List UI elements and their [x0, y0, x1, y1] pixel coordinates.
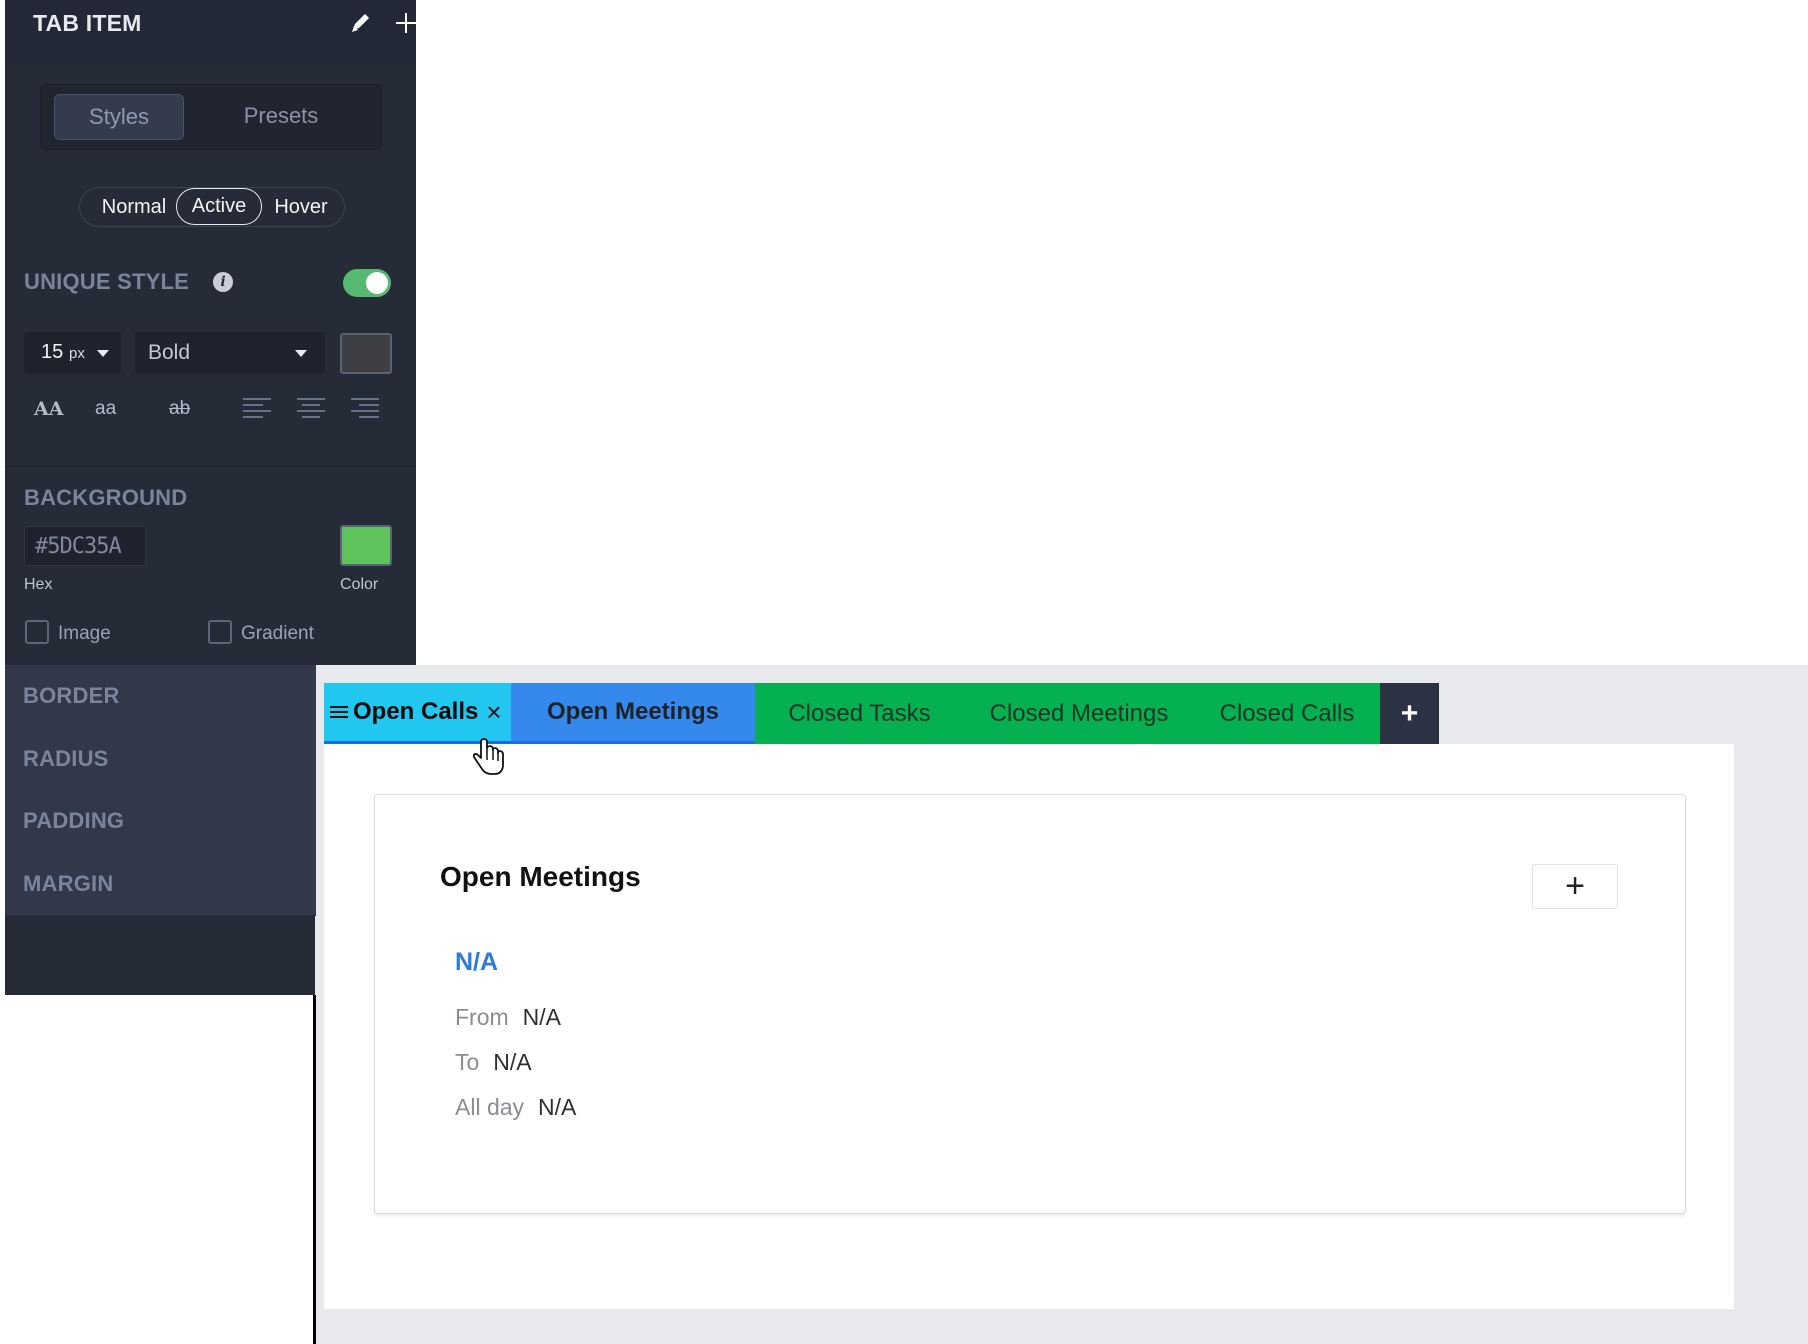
divider	[5, 915, 316, 916]
state-switch: Normal Active Hover	[79, 187, 345, 227]
meeting-link[interactable]: N/A	[455, 948, 498, 977]
background-label: BACKGROUND	[24, 485, 188, 510]
mode-switch: Styles Presets	[40, 84, 382, 150]
field-label: To	[455, 1049, 480, 1075]
image-label: Image	[58, 623, 111, 644]
info-icon[interactable]: i	[213, 272, 233, 292]
field-row-all-day: All day N/A	[455, 1094, 576, 1121]
state-hover[interactable]: Hover	[262, 188, 340, 226]
align-right-icon[interactable]	[351, 398, 379, 422]
plus-icon[interactable]	[393, 10, 419, 36]
tab-open-calls[interactable]: Open Calls ×	[324, 683, 511, 744]
panel-header: TAB ITEM	[5, 0, 416, 63]
gradient-label: Gradient	[241, 623, 314, 644]
state-active[interactable]: Active	[176, 188, 262, 225]
tab-label: Closed Meetings	[989, 699, 1169, 727]
tab-label: Closed Calls	[1219, 699, 1355, 727]
font-color-swatch[interactable]	[340, 333, 392, 374]
field-value: N/A	[538, 1094, 577, 1120]
font-size-select[interactable]: 15 px	[24, 332, 121, 374]
toggle-knob	[366, 272, 388, 294]
card-title: Open Meetings	[440, 861, 641, 892]
image-checkbox[interactable]	[25, 620, 49, 644]
gradient-checkbox[interactable]	[208, 620, 232, 644]
margin-section[interactable]: MARGIN	[23, 871, 113, 897]
padding-section[interactable]: PADDING	[23, 808, 124, 834]
state-normal[interactable]: Normal	[88, 188, 180, 226]
styles-tab[interactable]: Styles	[54, 94, 184, 140]
font-weight-select[interactable]: Bold	[135, 332, 325, 374]
field-row-from: From N/A	[455, 1004, 561, 1031]
field-label: From	[455, 1004, 509, 1030]
tab-closed-calls[interactable]: Closed Calls	[1194, 683, 1380, 744]
align-left-icon[interactable]	[243, 398, 271, 422]
lowercase-button[interactable]: aa	[95, 398, 116, 420]
font-weight-value: Bold	[148, 341, 191, 364]
font-size-unit: px	[69, 345, 85, 362]
tab-label: Closed Tasks	[788, 699, 931, 727]
divider	[5, 466, 416, 467]
tab-closed-tasks[interactable]: Closed Tasks	[755, 683, 964, 744]
meetings-card: Open Meetings + N/A From N/A To N/A All da…	[374, 794, 1686, 1214]
divider	[313, 995, 316, 1344]
align-center-icon[interactable]	[297, 398, 325, 422]
border-section[interactable]: BORDER	[23, 683, 120, 709]
add-tab-button[interactable]: +	[1380, 683, 1439, 744]
hex-label: Hex	[24, 576, 53, 593]
field-value: N/A	[493, 1049, 532, 1075]
chevron-down-icon	[97, 350, 109, 357]
chevron-down-icon	[295, 350, 307, 357]
field-label: All day	[455, 1094, 525, 1120]
tab-label: Open Calls	[353, 698, 479, 725]
radius-section[interactable]: RADIUS	[23, 746, 109, 772]
tab-open-meetings[interactable]: Open Meetings	[511, 683, 755, 744]
strikethrough-button[interactable]: ab	[169, 398, 190, 420]
tab-closed-meetings[interactable]: Closed Meetings	[964, 683, 1194, 744]
tab-bar: Open Calls × Open Meetings Closed Tasks …	[324, 683, 1439, 744]
add-meeting-button[interactable]: +	[1532, 864, 1618, 909]
tab-label: Open Meetings	[546, 698, 720, 725]
hand-cursor-icon	[472, 736, 506, 778]
field-value: N/A	[522, 1004, 562, 1030]
background-color-swatch[interactable]	[340, 525, 392, 566]
field-row-to: To N/A	[455, 1049, 532, 1076]
pencil-icon[interactable]	[348, 10, 374, 36]
close-icon[interactable]: ×	[486, 683, 501, 741]
style-sections: BORDER RADIUS PADDING MARGIN	[5, 665, 316, 915]
color-label: Color	[340, 576, 379, 593]
panel-title: TAB ITEM	[33, 10, 142, 36]
unique-style-toggle[interactable]	[343, 269, 391, 297]
drag-handle-icon[interactable]	[330, 703, 348, 721]
uppercase-button[interactable]: AA	[34, 398, 63, 420]
presets-tab[interactable]: Presets	[217, 94, 345, 138]
font-size-value: 15	[41, 341, 64, 363]
hex-input[interactable]: #5DC35A	[24, 526, 146, 566]
unique-style-label: UNIQUE STYLE	[24, 269, 189, 294]
